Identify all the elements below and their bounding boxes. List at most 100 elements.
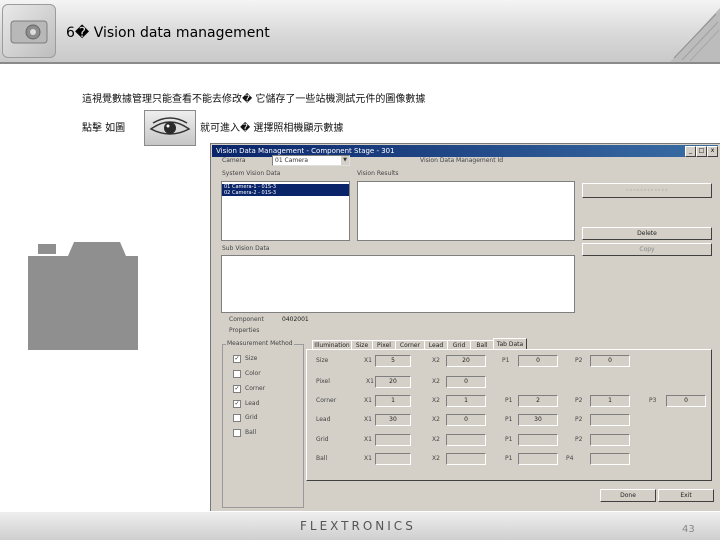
size-checkbox[interactable]: ✓ bbox=[233, 355, 241, 363]
chevron-down-icon: ▼ bbox=[341, 156, 349, 165]
intro-text: 這視覺數據管理只能查看不能去修改� 它儲存了一些站機測試元件的圖像數據 bbox=[82, 94, 426, 105]
value-field[interactable]: 20 bbox=[375, 376, 411, 388]
col-label: P2 bbox=[575, 397, 583, 404]
corner-graphic-icon bbox=[650, 0, 720, 62]
value-field[interactable]: 1 bbox=[590, 395, 630, 407]
value-field[interactable] bbox=[518, 453, 558, 465]
col-label: X1 bbox=[364, 436, 372, 443]
logo-box-icon bbox=[2, 4, 56, 58]
dialog-title: Vision Data Management - Component Stage… bbox=[216, 147, 395, 155]
col-label: X1 bbox=[364, 357, 372, 364]
component-label: Component bbox=[229, 316, 264, 323]
col-label: P1 bbox=[502, 357, 510, 364]
maximize-button[interactable]: □ bbox=[696, 146, 707, 157]
col-label: X2 bbox=[432, 357, 440, 364]
row-label: Lead bbox=[316, 416, 331, 423]
value-field[interactable]: 1 bbox=[446, 395, 486, 407]
checkbox-label: Corner bbox=[245, 385, 266, 392]
value-field[interactable]: 0 bbox=[590, 355, 630, 367]
value-field[interactable]: 2 bbox=[518, 395, 558, 407]
col-label: P4 bbox=[566, 455, 574, 462]
exit-button[interactable]: Exit bbox=[658, 489, 714, 502]
sub-vision-box[interactable] bbox=[221, 255, 575, 313]
col-label: X1 bbox=[364, 455, 372, 462]
col-label: P2 bbox=[575, 416, 583, 423]
value-field[interactable]: 30 bbox=[518, 414, 558, 426]
click-instruction-prefix: 點擊 如圖 bbox=[82, 123, 126, 134]
value-field[interactable]: 0 bbox=[666, 395, 706, 407]
checkbox-label: Grid bbox=[245, 414, 258, 421]
minimize-button[interactable]: _ bbox=[685, 146, 696, 157]
value-field[interactable] bbox=[590, 434, 630, 446]
col-label: P1 bbox=[505, 416, 513, 423]
row-label: Grid bbox=[316, 436, 329, 443]
system-vision-label: System Vision Data bbox=[222, 170, 281, 177]
value-field[interactable] bbox=[375, 453, 411, 465]
value-field[interactable] bbox=[590, 453, 630, 465]
properties-label: Properties bbox=[229, 327, 260, 334]
col-label: X1 bbox=[364, 397, 372, 404]
camera-select-value: 01 Camera bbox=[275, 157, 309, 164]
value-field[interactable]: 0 bbox=[446, 376, 486, 388]
value-field[interactable] bbox=[590, 414, 630, 426]
system-vision-list[interactable]: 01 Camera-1 - 01S-3 02 Camera-2 - 01S-3 bbox=[221, 181, 350, 241]
camera-select[interactable]: 01 Camera ▼ bbox=[272, 155, 350, 166]
flextronics-logo: FLEXTRONICS bbox=[300, 519, 416, 533]
checkbox-label: Lead bbox=[245, 400, 260, 407]
col-label: P2 bbox=[575, 436, 583, 443]
col-label: X2 bbox=[432, 416, 440, 423]
header-divider bbox=[0, 62, 720, 64]
col-label: P2 bbox=[575, 357, 583, 364]
copy-button[interactable]: Copy bbox=[582, 243, 712, 256]
vision-results-label: Vision Results bbox=[357, 170, 399, 177]
row-label: Ball bbox=[316, 455, 328, 462]
close-button[interactable]: x bbox=[707, 146, 718, 157]
checkbox-label: Size bbox=[245, 355, 258, 362]
lead-checkbox[interactable]: ✓ bbox=[233, 400, 241, 408]
col-label: P1 bbox=[505, 397, 513, 404]
value-field[interactable] bbox=[518, 434, 558, 446]
method-group-label: Measurement Method bbox=[226, 340, 294, 347]
col-label: P3 bbox=[649, 397, 657, 404]
value-field[interactable]: 30 bbox=[375, 414, 411, 426]
value-field[interactable]: 1 bbox=[375, 395, 411, 407]
value-field[interactable] bbox=[375, 434, 411, 446]
col-label: X2 bbox=[432, 397, 440, 404]
list-item[interactable]: 02 Camera-2 - 01S-3 bbox=[222, 190, 349, 196]
value-field[interactable]: 0 bbox=[446, 414, 486, 426]
done-button[interactable]: Done bbox=[600, 489, 656, 502]
row-label: Corner bbox=[316, 397, 337, 404]
value-field[interactable]: 20 bbox=[446, 355, 486, 367]
row-label: Pixel bbox=[316, 378, 330, 385]
checkbox-label: Ball bbox=[245, 429, 257, 436]
checkbox-label: Color bbox=[245, 370, 261, 377]
vision-results-box[interactable] bbox=[357, 181, 575, 241]
vision-eye-button[interactable] bbox=[144, 110, 196, 146]
page-title: 6� Vision data management bbox=[66, 25, 270, 41]
camera-icon bbox=[28, 242, 138, 350]
col-label: X2 bbox=[432, 455, 440, 462]
row-label: Size bbox=[316, 357, 329, 364]
component-value: 0402001 bbox=[282, 316, 309, 323]
ball-checkbox[interactable] bbox=[233, 429, 241, 437]
click-instruction-suffix: 就可進入� 選擇照相機顯示數據 bbox=[200, 123, 344, 134]
value-field[interactable]: 5 bbox=[375, 355, 411, 367]
value-field[interactable] bbox=[446, 434, 486, 446]
color-checkbox[interactable] bbox=[233, 370, 241, 378]
col-label: X1 bbox=[366, 378, 374, 385]
value-field[interactable] bbox=[446, 453, 486, 465]
page-number: 43 bbox=[682, 524, 695, 535]
delete-button[interactable]: Delete bbox=[582, 227, 712, 240]
method-group bbox=[222, 344, 304, 508]
col-label: P1 bbox=[505, 455, 513, 462]
value-field[interactable]: 0 bbox=[518, 355, 558, 367]
col-label: P1 bbox=[505, 436, 513, 443]
col-label: X2 bbox=[432, 436, 440, 443]
vision-id-label: Vision Data Management Id bbox=[420, 157, 504, 164]
col-label: X2 bbox=[432, 378, 440, 385]
corner-checkbox[interactable]: ✓ bbox=[233, 385, 241, 393]
sub-vision-label: Sub Vision Data bbox=[222, 245, 270, 252]
eye-icon bbox=[149, 117, 191, 135]
view-button[interactable]: ◦◦◦◦◦◦◦◦◦◦◦◦ bbox=[582, 183, 712, 198]
grid-checkbox[interactable] bbox=[233, 414, 241, 422]
